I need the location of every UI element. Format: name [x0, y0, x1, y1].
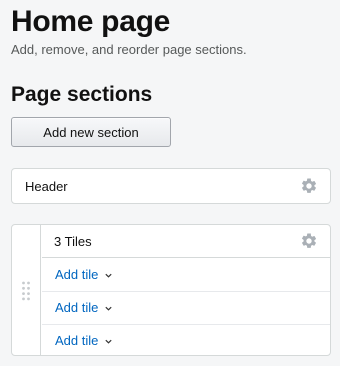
- tile-row: Add tile: [42, 258, 330, 292]
- chevron-down-icon: [105, 273, 112, 278]
- drag-handle-area[interactable]: [12, 225, 41, 355]
- add-tile-label: Add tile: [55, 300, 99, 315]
- add-tile-dropdown[interactable]: Add tile: [55, 300, 113, 316]
- add-tile-dropdown[interactable]: Add tile: [55, 267, 113, 283]
- tiles-section-header: 3 Tiles: [42, 225, 330, 258]
- section-card-3-tiles: 3 Tiles Add tile Add tile Add tile: [11, 224, 331, 356]
- section-label: 3 Tiles: [54, 234, 92, 249]
- add-tile-label: Add tile: [55, 267, 99, 282]
- gear-icon[interactable]: [300, 177, 318, 195]
- page-subtitle: Add, remove, and reorder page sections.: [11, 42, 247, 57]
- tile-row: Add tile: [42, 324, 330, 357]
- tile-row: Add tile: [42, 291, 330, 325]
- section-card-header: Header: [11, 168, 331, 204]
- chevron-down-icon: [105, 306, 112, 311]
- page-title: Home page: [11, 5, 171, 38]
- page-sections-heading: Page sections: [11, 83, 153, 106]
- add-tile-dropdown[interactable]: Add tile: [55, 333, 113, 349]
- section-label: Header: [25, 179, 68, 194]
- chevron-down-icon: [105, 339, 112, 344]
- add-tile-label: Add tile: [55, 333, 99, 348]
- gear-icon[interactable]: [300, 232, 318, 250]
- drag-handle-icon[interactable]: [21, 281, 31, 301]
- add-new-section-button[interactable]: Add new section: [11, 117, 171, 147]
- home-page-editor: Home page Add, remove, and reorder page …: [0, 0, 340, 366]
